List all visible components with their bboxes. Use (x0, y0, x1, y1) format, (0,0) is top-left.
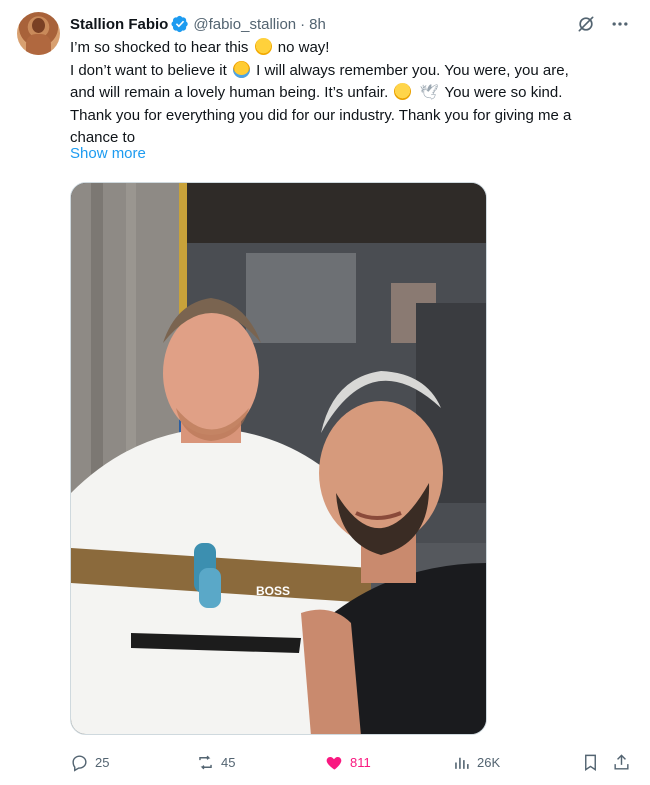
reply-count: 25 (95, 754, 110, 770)
tweet-line: and will remain a lovely human being. It… (70, 82, 636, 105)
tweet-top-actions (576, 14, 630, 34)
sad-face-emoji-icon (254, 38, 272, 55)
tweet-line: I’m so shocked to hear this no way! (70, 38, 330, 56)
bookmark-button[interactable] (581, 748, 600, 776)
views-count: 26K (477, 754, 501, 770)
tweet-line: chance to (70, 129, 136, 146)
handle[interactable]: @fabio_stallion (193, 16, 296, 33)
tweet-header: Stallion Fabio @fabio_stallion · 8h (70, 13, 326, 35)
bookmark-icon (585, 754, 596, 771)
tweet-photo[interactable]: BOSS (70, 182, 487, 735)
like-count: 811 (350, 754, 371, 770)
views-button[interactable]: 26K (452, 748, 500, 776)
dove-emoji-icon: 🕊 (419, 84, 439, 101)
separator: · (300, 15, 306, 33)
grok-icon[interactable] (576, 14, 596, 34)
like-button[interactable]: 811 (325, 748, 371, 776)
repost-icon (199, 755, 212, 769)
svg-text:BOSS: BOSS (256, 584, 290, 598)
selfie-photo-illustration: BOSS (71, 183, 486, 734)
share-button[interactable] (612, 748, 631, 776)
tweet-actions: 25 45 811 26K (0, 748, 650, 776)
tweet-line: I don’t want to believe it I will always… (70, 60, 569, 79)
views-icon (455, 757, 469, 769)
tweet-line: Thank you for everything you did for our… (70, 106, 572, 124)
share-icon (614, 753, 629, 770)
more-icon[interactable] (610, 14, 630, 34)
pleading-face-emoji-icon (394, 83, 412, 100)
heart-icon (326, 756, 342, 770)
crying-face-emoji-icon (232, 60, 250, 78)
reply-button[interactable]: 25 (70, 748, 109, 776)
verified-badge-icon (171, 15, 189, 33)
tweet-text: I’m so shocked to hear this no way! I do… (70, 37, 636, 150)
repost-count: 45 (221, 754, 236, 770)
show-more-link[interactable]: Show more (70, 145, 146, 162)
reply-icon (72, 754, 87, 772)
timestamp[interactable]: 8h (309, 16, 326, 33)
repost-button[interactable]: 45 (196, 748, 235, 776)
avatar[interactable] (17, 12, 60, 55)
display-name[interactable]: Stallion Fabio (70, 16, 168, 33)
